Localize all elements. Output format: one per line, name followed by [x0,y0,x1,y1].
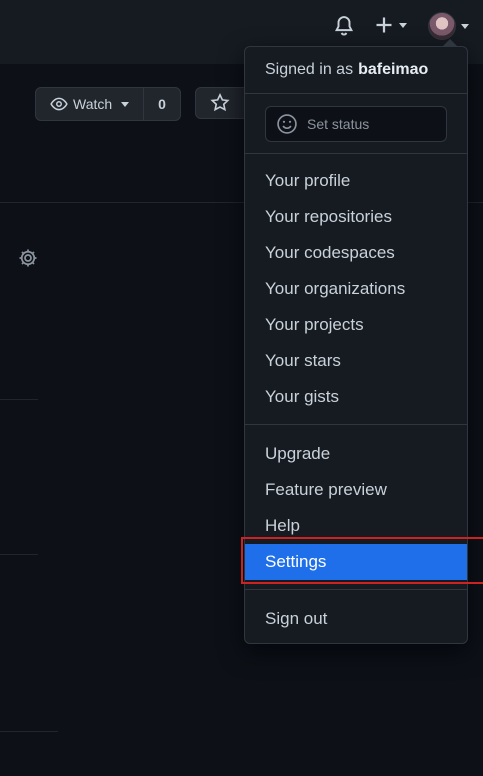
watch-button[interactable]: Watch [36,88,143,120]
menu-item-your-codespaces[interactable]: Your codespaces [245,235,467,271]
status-section: Set status [245,94,467,154]
signed-in-header: Signed in as bafeimao [245,47,467,94]
chevron-down-icon [399,22,407,28]
create-new-button[interactable] [374,15,407,35]
account-menu-group: Upgrade Feature preview Help Settings [245,425,467,590]
status-placeholder: Set status [307,116,370,132]
user-menu-button[interactable] [428,12,469,40]
chevron-down-icon [461,23,469,29]
menu-item-help[interactable]: Help [245,508,467,544]
repo-actions: Watch 0 [35,87,255,121]
avatar [428,12,456,40]
eye-icon [50,97,68,111]
divider [0,731,58,732]
menu-item-feature-preview[interactable]: Feature preview [245,472,467,508]
username[interactable]: bafeimao [358,61,428,79]
chevron-down-icon [121,101,130,107]
menu-item-your-profile[interactable]: Your profile [245,163,467,199]
gear-icon [19,249,37,267]
menu-item-your-stars[interactable]: Your stars [245,343,467,379]
divider [0,399,38,400]
repo-settings-gear[interactable] [18,248,38,273]
profile-menu-group: Your profile Your repositories Your code… [245,154,467,425]
menu-item-your-gists[interactable]: Your gists [245,379,467,415]
menu-item-upgrade[interactable]: Upgrade [245,436,467,472]
bell-icon [334,16,354,36]
notifications-button[interactable] [333,15,355,37]
menu-item-your-repositories[interactable]: Your repositories [245,199,467,235]
divider [0,554,38,555]
signed-in-label: Signed in as [265,61,354,78]
user-dropdown-menu: Signed in as bafeimao Set status Your pr… [244,39,468,646]
watch-count[interactable]: 0 [143,88,180,120]
menu-item-sign-out[interactable]: Sign out [245,601,467,637]
set-status-button[interactable]: Set status [265,106,447,142]
watch-label: Watch [73,96,113,112]
menu-item-your-organizations[interactable]: Your organizations [245,271,467,307]
watch-button-group: Watch 0 [35,87,181,121]
star-icon [210,93,230,112]
menu-item-settings[interactable]: Settings [245,544,467,580]
plus-icon [376,17,392,33]
menu-item-your-projects[interactable]: Your projects [245,307,467,343]
smiley-icon [277,114,297,134]
signout-menu-group: Sign out [245,590,467,646]
